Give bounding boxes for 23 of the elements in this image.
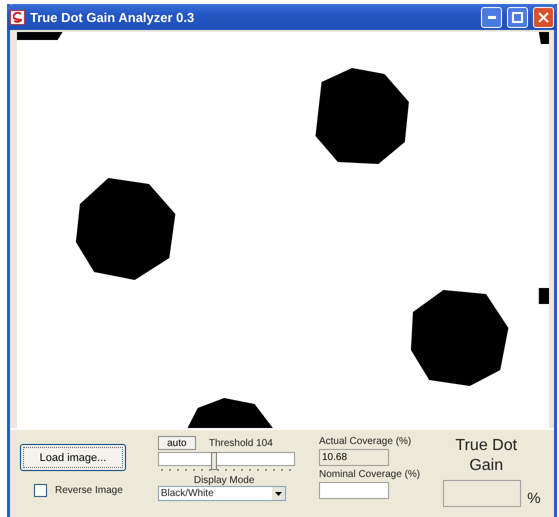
auto-button[interactable]: auto (158, 436, 196, 450)
close-icon (538, 12, 549, 22)
nominal-coverage-field[interactable] (318, 482, 389, 499)
maximize-button[interactable] (507, 6, 528, 28)
load-image-button[interactable]: Load image... (20, 444, 126, 471)
threshold-label: Threshold 104 (208, 438, 273, 448)
percent-unit: % (527, 490, 541, 507)
true-dot-gain-label: True Dot Gain (454, 436, 518, 476)
reverse-image-label: Reverse Image (55, 485, 123, 496)
actual-coverage-label: Actual Coverage (%) (318, 436, 412, 447)
minimize-button[interactable] (481, 6, 502, 28)
minimize-icon (488, 16, 496, 18)
maximize-icon (512, 12, 523, 22)
reverse-image-checkbox[interactable] (34, 484, 47, 497)
slider-thumb[interactable] (211, 452, 218, 470)
true-dot-gain-field[interactable] (443, 480, 522, 507)
display-mode-label: Display Mode (194, 475, 256, 486)
actual-coverage-field[interactable]: 10.68 (318, 449, 389, 466)
display-mode-dropdown[interactable]: Black/White (158, 486, 286, 501)
close-button[interactable] (533, 6, 554, 28)
app-icon (10, 10, 25, 24)
window-title: True Dot Gain Analyzer 0.3 (30, 10, 196, 24)
nominal-coverage-label: Nominal Coverage (%) (318, 469, 422, 480)
